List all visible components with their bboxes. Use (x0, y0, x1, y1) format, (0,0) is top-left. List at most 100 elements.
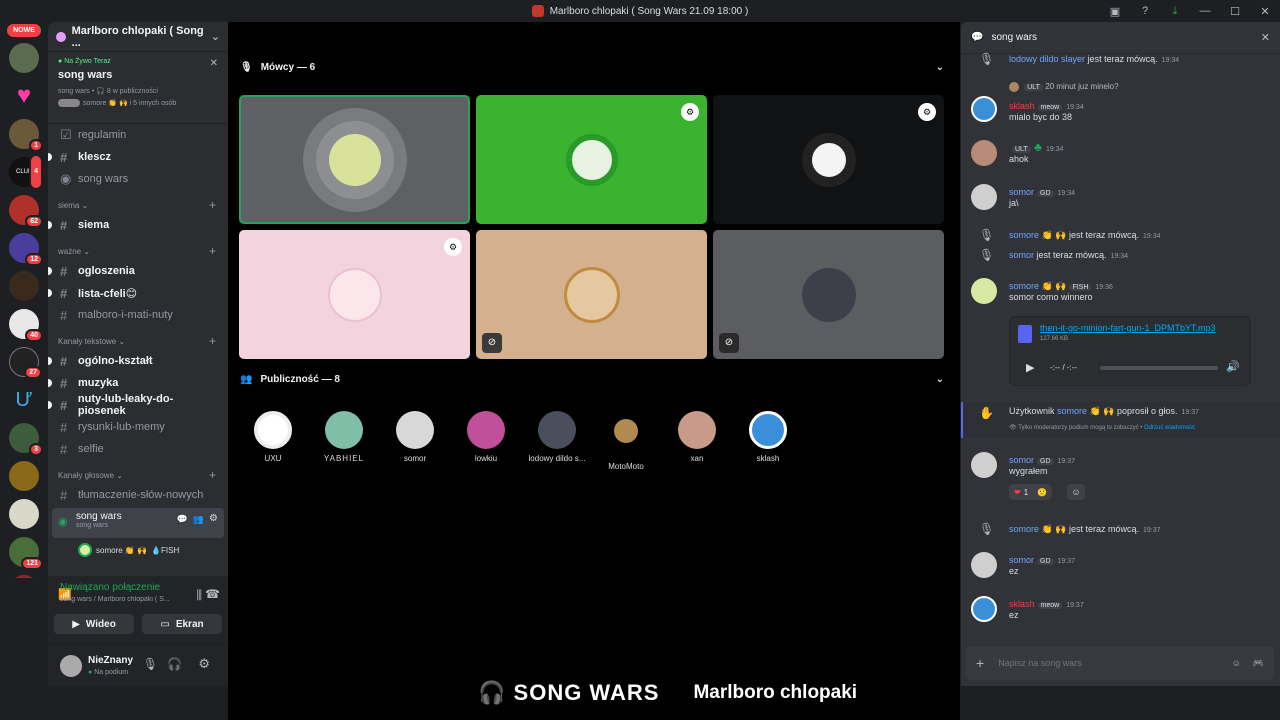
headphones-icon[interactable]: 🎧 (167, 657, 182, 671)
gamepad-icon[interactable]: 🎮 (1253, 658, 1264, 669)
channel-nuty[interactable]: # nuty-lub-leaky-do-piosenek (48, 393, 228, 417)
channel-tlumaczenie[interactable]: # tłumaczenie-słów-nowych (48, 484, 228, 506)
speaker-tile[interactable]: ⚙ (713, 95, 944, 224)
server-icon[interactable] (9, 499, 39, 529)
stage-member[interactable]: somore 👏 🙌 💧FISH (48, 538, 228, 557)
close-icon[interactable]: ✕ (210, 58, 218, 69)
message[interactable]: sklash meow 19:37 ez (961, 596, 1280, 626)
server-icon[interactable]: 3 (9, 423, 43, 456)
user-name[interactable]: NieZnany (88, 655, 133, 666)
minimize-button[interactable]: — (1190, 5, 1220, 17)
add-channel-icon[interactable]: + (209, 244, 216, 258)
file-name[interactable]: then-it-go-minion-fart-gun-1_DPMTbYT.mp3 (1040, 323, 1246, 333)
reply-preview[interactable]: ULT 20 minut juz minelo? (1009, 82, 1119, 92)
audience-member[interactable]: MotoMoto (596, 411, 656, 471)
add-reaction-button[interactable]: ☺ (1067, 484, 1085, 500)
inbox-icon[interactable]: ▣ (1100, 5, 1130, 18)
audience-member[interactable]: YABHIEL (314, 411, 374, 463)
message[interactable]: somor GD 19:37 wygrałem ❤ 1 🙂 ☺ (961, 452, 1280, 504)
stage-channel-active[interactable]: ◉ song wars song wars 💬 👥 ⚙ (52, 508, 224, 538)
speaker-tile[interactable]: ⚙ (476, 95, 707, 224)
avatar[interactable] (971, 184, 997, 210)
play-icon[interactable]: ▶ (1026, 361, 1034, 374)
message[interactable]: somore 👏 🙌 FISH 19:36 somor como winnero t… (961, 278, 1280, 388)
server-icon[interactable]: 27 (9, 347, 42, 379)
noise-icon[interactable]: ⫼ (196, 588, 202, 603)
channel-rysunki[interactable]: # rysunki-lub-memy (48, 416, 228, 438)
channel-regulamin[interactable]: ☑ regulamin (48, 124, 228, 146)
close-icon[interactable]: ✕ (1261, 31, 1270, 44)
screen-share-button[interactable]: ▭ Ekran (142, 614, 222, 634)
message[interactable]: ULT 20 minut juz minelo? sklash meow 19:34… (961, 80, 1280, 126)
volume-icon[interactable]: 🔊 (1226, 360, 1240, 373)
category-text-channels[interactable]: Kanały tekstowe ⌄ + (48, 326, 228, 350)
channel-muzyka[interactable]: # muzyka (48, 372, 228, 394)
message[interactable]: somor GD 19:34 ja\ (961, 182, 1280, 212)
channel-selfie[interactable]: # selfie (48, 438, 228, 460)
add-channel-icon[interactable]: + (209, 468, 216, 482)
add-member-icon[interactable]: 👥 (193, 514, 204, 525)
maximize-button[interactable]: ☐ (1220, 5, 1250, 18)
live-stage-card[interactable]: ● Na Żywo Teraz song wars song wars • 🎧 … (48, 52, 228, 124)
connection-status[interactable]: Nawiązano połączenie (48, 582, 160, 593)
speaker-tile[interactable]: ⚙ (239, 230, 470, 359)
audience-member[interactable]: lodowy dildo s... (526, 411, 588, 463)
channel-klescz[interactable]: # klescz (48, 146, 228, 168)
server-icon[interactable]: 121 (9, 537, 43, 570)
speaker-tile[interactable] (239, 95, 470, 224)
add-channel-icon[interactable]: + (209, 334, 216, 348)
gear-icon[interactable]: ⚙ (209, 513, 218, 524)
channel-lista-cfeli[interactable]: # lista-cfeli😊 (48, 282, 228, 304)
category-voice-channels[interactable]: Kanały głosowe ⌄ + (48, 460, 228, 484)
add-channel-icon[interactable]: + (209, 198, 216, 212)
channel-song-wars[interactable]: ◉ song wars (48, 168, 228, 190)
new-badge[interactable]: NOWE (7, 24, 41, 37)
server-icon[interactable]: 11 (9, 575, 39, 578)
speakers-header[interactable]: 🎙 Mówcy — 6 ⌄ (240, 62, 944, 73)
message[interactable]: somor GD 19:37 ez (961, 552, 1280, 582)
server-icon[interactable]: 62 (9, 195, 43, 228)
audience-member[interactable]: lowkiu (456, 411, 516, 463)
disconnect-icon[interactable]: ☎ (205, 587, 220, 601)
avatar[interactable] (971, 140, 997, 166)
server-icon[interactable]: 12 (9, 233, 43, 266)
dismiss-link[interactable]: Odrzuć wiadomość (1144, 425, 1195, 431)
chat-icon[interactable]: 💬 (177, 514, 188, 525)
speaker-tile[interactable]: ⊘ (476, 230, 707, 359)
gear-icon[interactable]: ⚙ (198, 656, 210, 672)
heart-server-icon[interactable]: ♥ (9, 81, 39, 111)
help-icon[interactable]: ? (1130, 5, 1160, 17)
close-window-button[interactable]: ✕ (1250, 5, 1280, 18)
reaction-heart[interactable]: ❤ 1 🙂 (1009, 484, 1053, 500)
audience-member[interactable]: sklash (738, 411, 798, 463)
message[interactable]: ULT ♣ 19:34 ahok (961, 138, 1280, 168)
speaker-tile[interactable]: ⊘ (713, 230, 944, 359)
connection-where[interactable]: song wars / Marlboro chlopaki ( S... (60, 596, 180, 603)
audience-member[interactable]: somor (385, 411, 445, 463)
channel-malboro-i-mati-nuty[interactable]: # malboro-i-mati-nuty (48, 304, 228, 326)
audience-header[interactable]: 👥 Publiczność — 8 ⌄ (240, 374, 944, 385)
avatar[interactable] (971, 452, 997, 478)
server-icon[interactable]: 1 (9, 119, 43, 152)
server-icon[interactable]: Ư (9, 385, 39, 415)
server-icon[interactable] (9, 43, 39, 73)
avatar[interactable] (971, 596, 997, 622)
sticker-icon[interactable]: ☺ (1232, 658, 1241, 668)
microphone-icon[interactable]: 🎙 (143, 657, 158, 671)
server-icon[interactable]: 40 (9, 309, 43, 342)
avatar[interactable] (971, 552, 997, 578)
server-header[interactable]: Marlboro chlopaki ( Song ... ⌄ (48, 22, 228, 52)
server-icon[interactable] (9, 461, 39, 491)
channel-ogolno-ksztalt[interactable]: # ogólno-kształt (48, 350, 228, 372)
server-icon[interactable] (9, 271, 39, 301)
avatar[interactable] (971, 278, 997, 304)
video-button[interactable]: ▶ Wideo (54, 614, 134, 634)
avatar[interactable] (971, 96, 997, 122)
category-siema[interactable]: siema ⌄ + (48, 190, 228, 214)
download-icon[interactable]: ⤓ (1160, 5, 1190, 18)
audio-progress-bar[interactable] (1100, 366, 1218, 370)
message-input[interactable] (998, 658, 1232, 668)
club-server-icon[interactable]: CLUB 4 (9, 154, 43, 190)
channel-siema[interactable]: # siema (48, 214, 228, 236)
category-wazne[interactable]: ważne ⌄ + (48, 236, 228, 260)
